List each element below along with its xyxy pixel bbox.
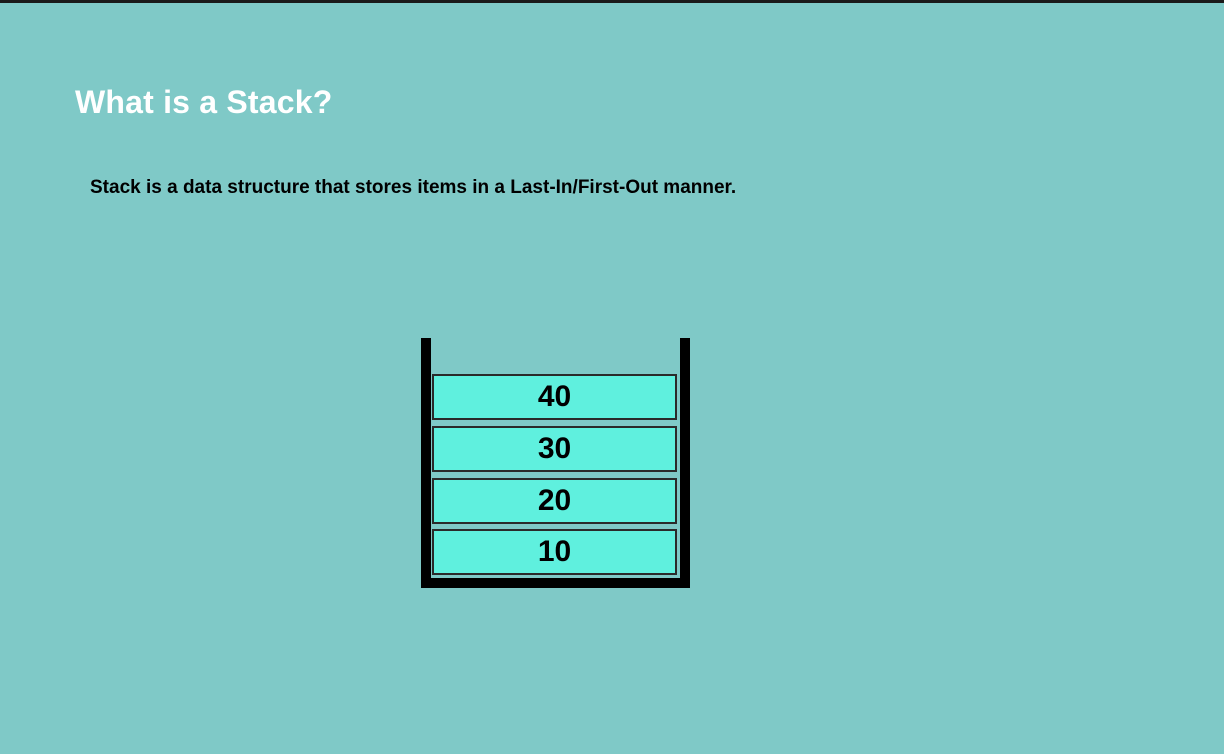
stack-item-top: 40: [432, 374, 677, 420]
top-border: [0, 0, 1224, 3]
slide-description: Stack is a data structure that stores it…: [90, 177, 737, 198]
stack-item: 30: [432, 426, 677, 472]
stack-wall-right: [680, 338, 690, 588]
stack-wall-left: [421, 338, 431, 588]
stack-item-bottom: 10: [432, 529, 677, 575]
stack-item: 20: [432, 478, 677, 524]
stack-wall-bottom: [421, 578, 690, 588]
slide-title: What is a Stack?: [75, 84, 333, 120]
stack-container: 40 30 20 10: [421, 338, 690, 588]
